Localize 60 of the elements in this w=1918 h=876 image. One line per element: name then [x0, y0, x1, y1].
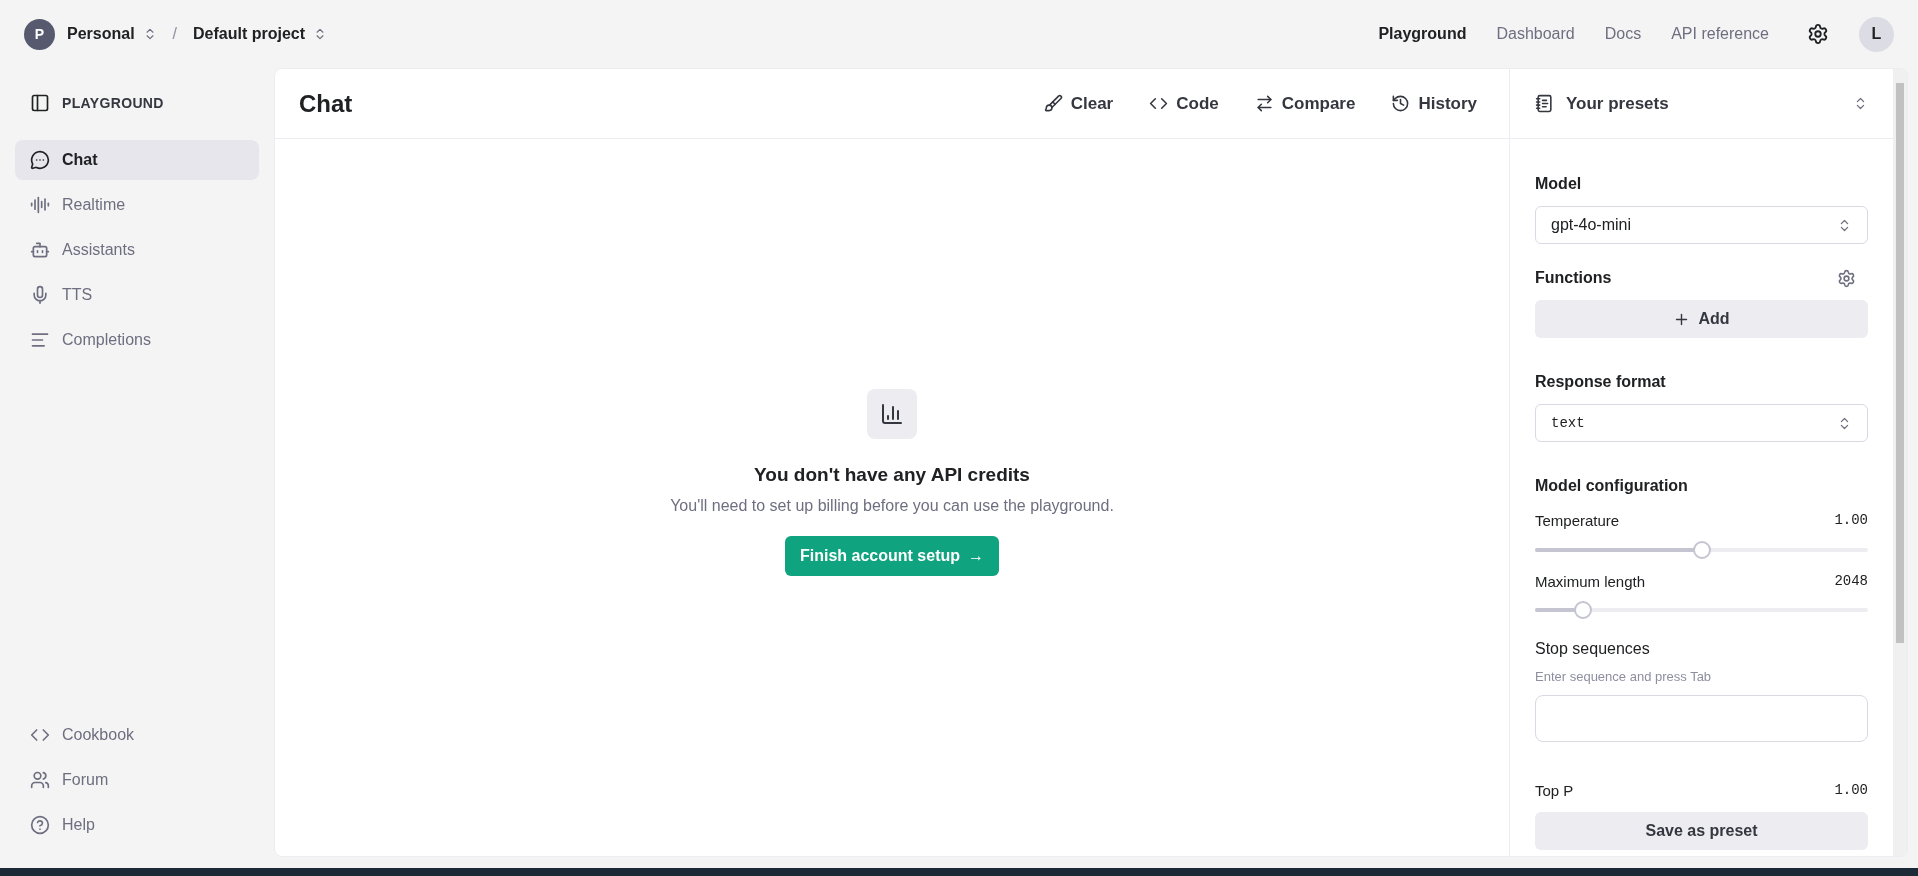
slider-label: Maximum length: [1535, 571, 1646, 592]
microphone-icon: [30, 285, 50, 305]
empty-state-heading: You don't have any API credits: [754, 463, 1030, 488]
toolbar-button[interactable]: Clear: [1043, 90, 1114, 117]
field-label: Stop sequences: [1535, 639, 1651, 659]
sidebar-link[interactable]: Forum: [15, 760, 259, 800]
stop-sequences-field[interactable]: [1535, 694, 1868, 742]
section-label: Model: [1535, 174, 1583, 194]
add-function-button[interactable]: Add: [1535, 300, 1868, 338]
audio-wave-icon: [30, 195, 50, 215]
sidebar-link[interactable]: Cookbook: [15, 715, 259, 755]
sidebar-item[interactable]: Completions: [15, 320, 259, 360]
slider-label: Top P: [1535, 780, 1574, 801]
nav-link[interactable]: API reference: [1671, 22, 1769, 46]
field-hint: Enter sequence and press Tab: [1535, 668, 1713, 686]
section-label: Model configuration: [1535, 476, 1689, 496]
sidebar-item[interactable]: TTS: [15, 275, 259, 315]
brush-icon: [1043, 94, 1063, 113]
project-selector[interactable]: Default project: [193, 22, 328, 46]
sidebar-item[interactable]: Realtime: [15, 185, 259, 225]
robot-icon: [30, 240, 50, 260]
settings-icon[interactable]: [1807, 23, 1829, 45]
nav-link[interactable]: Dashboard: [1496, 22, 1575, 46]
slider-value: 1.00: [1834, 511, 1868, 530]
toolbar-button[interactable]: Code: [1149, 90, 1219, 117]
slider-label: Temperature: [1535, 511, 1620, 531]
nav-link[interactable]: Docs: [1604, 22, 1642, 46]
organization-avatar[interactable]: P: [24, 18, 55, 50]
save-preset-button[interactable]: Save as preset: [1535, 812, 1868, 850]
sidebar-item[interactable]: Chat: [15, 140, 259, 180]
slider-thumb[interactable]: [1692, 540, 1711, 559]
help-icon: [30, 815, 50, 835]
notebook-icon: [1535, 94, 1554, 113]
chat-bubble-icon: [30, 150, 50, 170]
response-format-select[interactable]: text: [1535, 404, 1868, 442]
section-label: Response format: [1535, 372, 1667, 392]
lines-icon: [30, 330, 50, 350]
people-icon: [30, 770, 50, 790]
sidebar-item[interactable]: Assistants: [15, 230, 259, 270]
slider-thumb[interactable]: [1573, 601, 1592, 619]
breadcrumb-separator: /: [172, 24, 178, 44]
arrows-icon: [1254, 94, 1274, 113]
user-avatar[interactable]: L: [1859, 16, 1894, 52]
section-label: Functions: [1535, 268, 1612, 288]
sidebar-panel-icon[interactable]: [30, 93, 50, 113]
scrollbar[interactable]: [1893, 69, 1907, 856]
slider-value: 1.00: [1834, 780, 1868, 800]
model-select[interactable]: gpt-4o-mini: [1535, 206, 1868, 244]
nav-link[interactable]: Playground: [1378, 22, 1467, 46]
toolbar-button[interactable]: History: [1391, 90, 1477, 117]
history-icon: [1391, 94, 1411, 113]
sidebar-title: PLAYGROUND: [62, 93, 164, 113]
bar-chart-icon: [880, 402, 904, 427]
toolbar-button[interactable]: Compare: [1254, 90, 1356, 117]
empty-state-message: You'll need to set up billing before you can use the playground.: [670, 495, 1114, 516]
organization-selector[interactable]: Personal: [67, 22, 157, 46]
chat-title: Chat: [299, 88, 353, 119]
sidebar-link[interactable]: Help: [15, 805, 259, 845]
slider-value: 2048: [1834, 571, 1868, 591]
presets-selector[interactable]: Your presets: [1535, 90, 1868, 117]
